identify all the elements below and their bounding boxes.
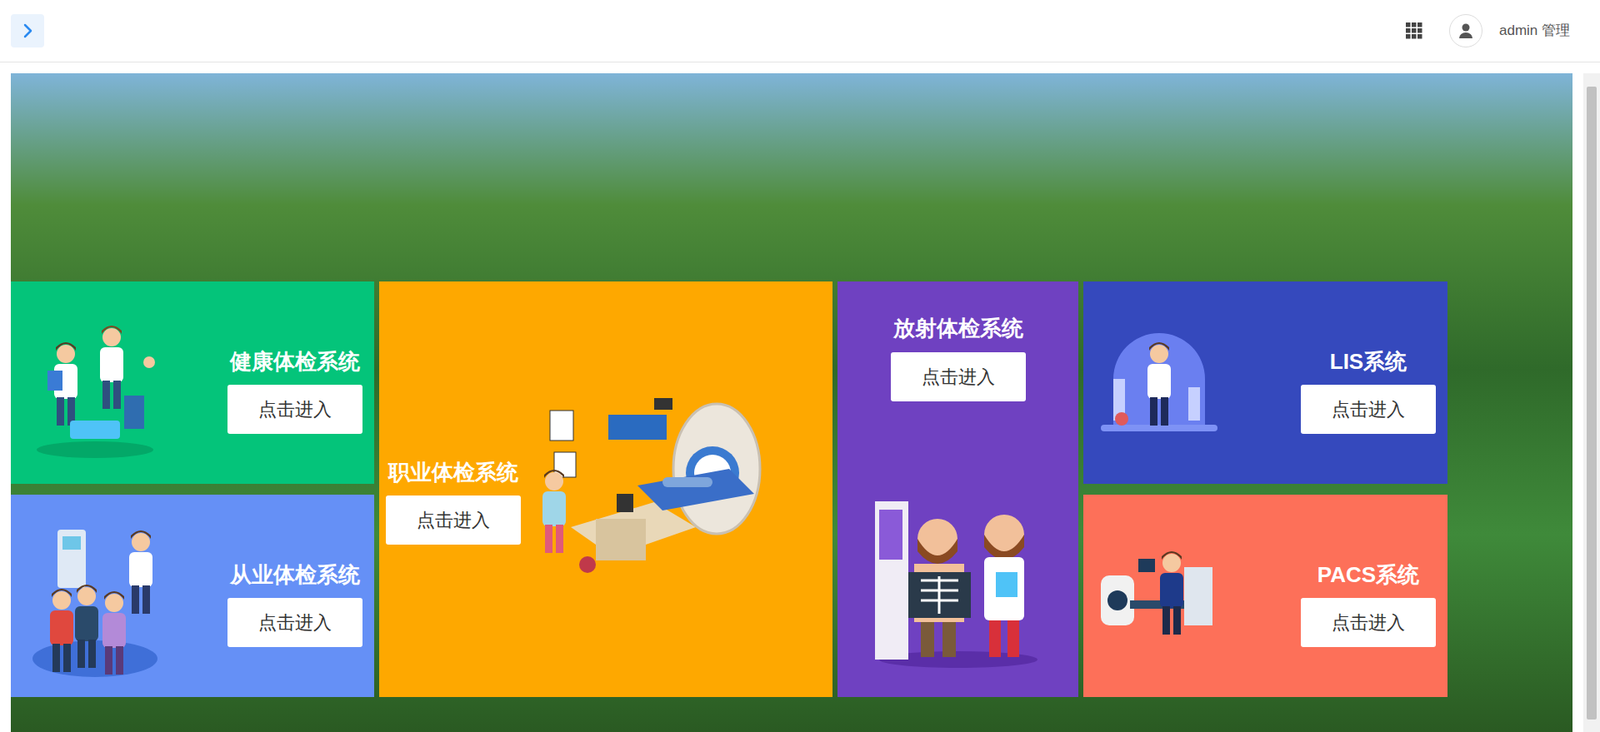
system-card: 放射体检系统点击进入: [837, 281, 1079, 698]
user-name[interactable]: admin 管理: [1499, 20, 1570, 42]
system-grid: 健康体检系统点击进入从业体检系统点击进入职业体检系统点击进入放射体检系统点击进入…: [10, 281, 1573, 698]
enter-button[interactable]: 点击进入: [1300, 385, 1436, 435]
system-card: 健康体检系统点击进入: [10, 281, 375, 485]
scrollbar-thumb[interactable]: [1586, 86, 1597, 720]
system-title: LIS系统: [1330, 348, 1407, 376]
system-title: 放射体检系统: [893, 315, 1024, 343]
ct-scanner-illustration: [537, 394, 763, 586]
apps-grid-icon[interactable]: [1405, 22, 1423, 40]
chevron-right-icon: [19, 22, 36, 40]
app: admin 管理健康体检系统点击进入从业体检系统点击进入职业体检系统点击进入放射…: [0, 0, 1600, 732]
system-title: 健康体检系统: [230, 348, 360, 376]
system-title: 职业体检系统: [388, 459, 519, 487]
home-banner: 健康体检系统点击进入从业体检系统点击进入职业体检系统点击进入放射体检系统点击进入…: [10, 73, 1573, 732]
enter-button[interactable]: 点击进入: [227, 385, 363, 435]
enter-button[interactable]: 点击进入: [1300, 598, 1436, 648]
lab-illustration: [1096, 329, 1222, 438]
top-bar: admin 管理: [0, 0, 1600, 63]
doctors-illustration: [24, 304, 166, 463]
enter-button[interactable]: 点击进入: [890, 352, 1026, 402]
scrollbar[interactable]: [1583, 73, 1600, 732]
system-title: 从业体检系统: [230, 561, 360, 590]
avatar[interactable]: [1449, 14, 1483, 48]
expand-sidebar-button[interactable]: [10, 14, 45, 48]
system-card: 从业体检系统点击进入: [10, 495, 375, 698]
system-card: 职业体检系统点击进入: [379, 281, 833, 698]
user-icon: [1457, 22, 1475, 40]
scanner-illustration: [1096, 550, 1222, 643]
clinic-illustration: [24, 513, 166, 680]
system-card: PACS系统点击进入: [1083, 495, 1448, 698]
system-card: LIS系统点击进入: [1083, 281, 1448, 485]
system-title: PACS系统: [1317, 561, 1420, 590]
enter-button[interactable]: 点击进入: [385, 495, 521, 545]
enter-button[interactable]: 点击进入: [227, 598, 363, 648]
xray-illustration: [870, 497, 1046, 673]
